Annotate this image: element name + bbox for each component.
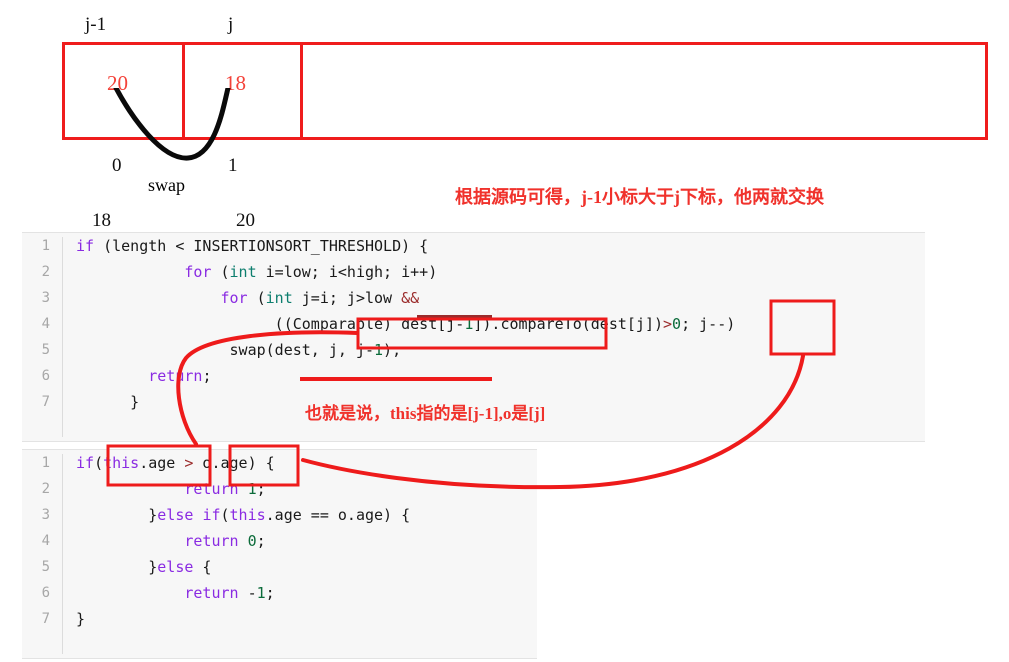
line-number: 6 — [41, 585, 50, 601]
array-cell-1-value: 18 — [225, 71, 246, 95]
code-line-text: if(this.age > o.age) { — [76, 454, 275, 472]
annotation-note-middle: 也就是说，this指的是[j-1],o是[j] — [305, 404, 546, 423]
array-bottom-label-1: 1 — [228, 155, 238, 176]
code-line: 1 if (length < INSERTIONSORT_THRESHOLD) … — [22, 233, 925, 259]
code-block-compare-to: 1 if(this.age > o.age) { 2 return 1; 3 }… — [22, 449, 537, 659]
array-cell-0-value: 20 — [107, 71, 128, 95]
code-line-text: }else { — [76, 558, 212, 576]
array-cell-0: 20 — [65, 45, 185, 137]
line-number: 1 — [41, 238, 50, 254]
line-number: 6 — [41, 368, 50, 384]
line-number: 7 — [41, 394, 50, 410]
code-line-text: }else if(this.age == o.age) { — [76, 506, 411, 524]
array-cell-rest — [303, 45, 985, 137]
array-bottom-label-0: 0 — [112, 155, 122, 176]
line-number: 3 — [41, 507, 50, 523]
code-line: 3 for (int j=i; j>low && — [22, 285, 925, 311]
array-cell-1: 18 — [185, 45, 303, 137]
annotation-note-top: 根据源码可得，j-1小标大于j下标，他两就交换 — [455, 187, 824, 207]
code-line: 5 }else { — [22, 554, 537, 580]
array-table: 20 18 — [62, 42, 988, 140]
line-number: 4 — [41, 533, 50, 549]
array-top-label-j: j — [228, 14, 234, 35]
line-number: 5 — [41, 559, 50, 575]
line-number: 5 — [41, 342, 50, 358]
line-number: 7 — [41, 611, 50, 627]
line-number: 3 — [41, 290, 50, 306]
code-line-text: return; — [148, 367, 212, 385]
code-line-text: } — [76, 393, 140, 411]
code-line-text: ((Comparable) dest[j-1]).compareTo(dest[… — [76, 315, 736, 333]
code-line-text: } — [76, 610, 86, 628]
code-line: 2 for (int i=low; i<high; i++) — [22, 259, 925, 285]
swap-label: swap — [148, 175, 185, 195]
line-number: 2 — [41, 481, 50, 497]
code-line: 6 return; — [22, 363, 925, 389]
result-label-20: 20 — [236, 210, 255, 231]
code-line-text: for (int j=i; j>low && — [220, 289, 420, 307]
code-line: 4 ((Comparable) dest[j-1]).compareTo(des… — [22, 311, 925, 337]
code-line: 6 return -1; — [22, 580, 537, 606]
code-line-text: for (int i=low; i<high; i++) — [184, 263, 438, 281]
code-line: 1 if(this.age > o.age) { — [22, 450, 537, 476]
code-line-text: return -1; — [184, 584, 275, 602]
line-number: 4 — [41, 316, 50, 332]
code-line: 5 swap(dest, j, j-1); — [22, 337, 925, 363]
code-line: 2 return 1; — [22, 476, 537, 502]
code-line: 4 return 0; — [22, 528, 537, 554]
code-line: 3 }else if(this.age == o.age) { — [22, 502, 537, 528]
code-line-text: swap(dest, j, j-1); — [76, 341, 402, 359]
code-line-text: return 0; — [184, 532, 266, 550]
code-line-text: if (length < INSERTIONSORT_THRESHOLD) { — [76, 237, 429, 255]
code-line: 7 } — [22, 606, 537, 632]
array-top-label-j-minus-1: j-1 — [85, 14, 107, 35]
line-number: 1 — [41, 455, 50, 471]
gutter-divider — [62, 237, 63, 437]
line-number: 2 — [41, 264, 50, 280]
gutter-divider — [62, 454, 63, 654]
result-label-18: 18 — [92, 210, 111, 231]
code-line-text: return 1; — [184, 480, 266, 498]
